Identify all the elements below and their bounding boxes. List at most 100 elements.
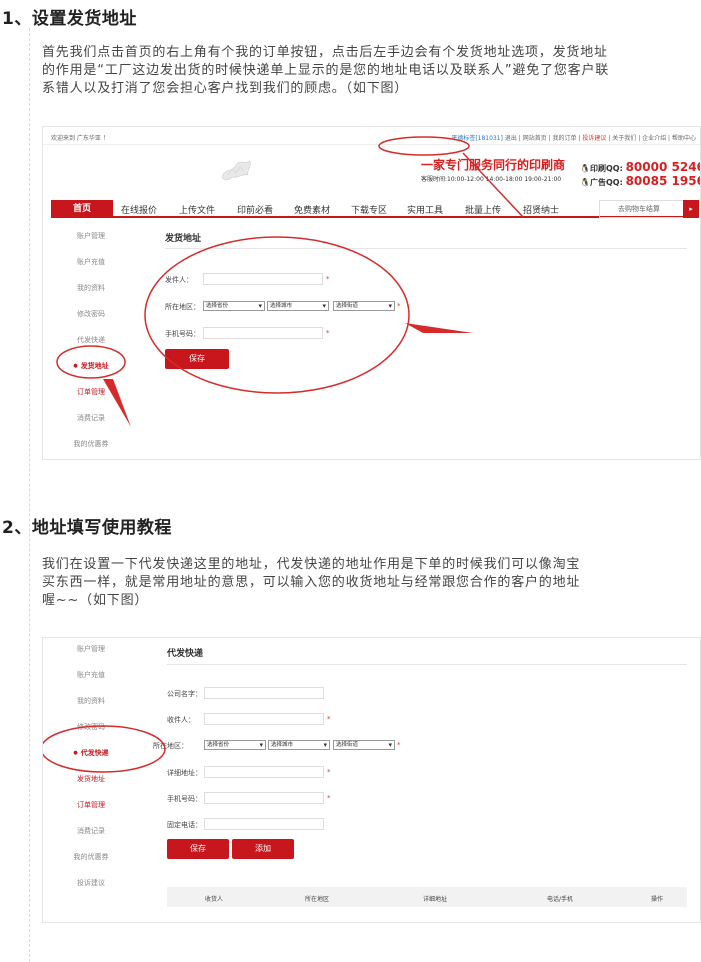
city-select[interactable]: 选择城市: [267, 301, 329, 311]
qq1-label: 印刷QQ:: [589, 164, 623, 173]
company-link[interactable]: 企业介绍: [642, 135, 666, 142]
top-links: 平德标签[181031] 退出 | 网站首页 | 我的订单 | 投诉建议 | 关…: [451, 135, 696, 142]
sidebar-item-consumption[interactable]: 消费记录: [51, 413, 131, 423]
nav-tools[interactable]: 实用工具: [407, 203, 443, 216]
welcome-text: 欢迎来到 广东华亚 ！: [51, 135, 109, 142]
nav-careers[interactable]: 招贤纳士: [523, 203, 559, 216]
annotation-arrow-form: [405, 323, 473, 333]
cart-arrow-button[interactable]: ▸: [683, 200, 699, 218]
sidebar-item-account[interactable]: 账户管理: [51, 231, 131, 241]
street-select[interactable]: 选择街道: [333, 301, 395, 311]
top-bar: 欢迎来到 广东华亚 ！ 平德标签[181031] 退出 | 网站首页 | 我的订…: [43, 127, 700, 145]
nav-downloads[interactable]: 下载专区: [351, 203, 387, 216]
sidebar-item-profile[interactable]: 我的资料: [51, 283, 131, 293]
sidebar-item-profile[interactable]: 我的资料: [51, 696, 131, 706]
tel-input[interactable]: [204, 818, 324, 830]
sidebar-item-recharge[interactable]: 账户充值: [51, 257, 131, 267]
sidebar-item-account[interactable]: 账户管理: [51, 644, 131, 654]
qq-printing: 🐧印刷QQ: 80000 5246: [580, 160, 700, 174]
save-button[interactable]: 保存: [167, 839, 229, 859]
sidebar-item-password[interactable]: 修改密码: [51, 722, 131, 732]
sidebar-item-shipping-address[interactable]: 发货地址: [51, 774, 131, 784]
annotation-circle-form: [144, 236, 410, 394]
slogan: 一家专门服务同行的印刷商: [421, 158, 566, 172]
required-star: *: [397, 741, 401, 749]
th-region: 所在地区: [305, 896, 330, 903]
add-button[interactable]: 添加: [232, 839, 294, 859]
th-address: 详细地址: [423, 896, 448, 903]
sidebar-item-password[interactable]: 修改密码: [51, 309, 131, 319]
service-hours: 客服时间:10:00-12:00 14:00-18:00 19:00-21:00: [421, 176, 562, 183]
region-label: 所在地区：: [165, 303, 200, 311]
sidebar-item-coupons[interactable]: 我的优惠券: [51, 852, 131, 862]
about-link[interactable]: 关于我们: [612, 135, 636, 142]
nav-materials[interactable]: 免费素材: [294, 203, 330, 216]
th-phone: 电话/手机: [547, 896, 574, 903]
sidebar-item-complaint[interactable]: 投诉建议: [51, 878, 131, 888]
penguin-icon: 🐧: [580, 178, 590, 187]
phone-input[interactable]: [203, 327, 323, 339]
street-select[interactable]: 选择街道: [333, 740, 395, 750]
section1-title: 1、设置发货地址: [2, 9, 137, 29]
annotation-overlay: [43, 725, 166, 773]
required-star: *: [326, 329, 330, 337]
required-star: *: [327, 768, 331, 776]
required-star: *: [327, 794, 331, 802]
province-select[interactable]: 选择省份: [204, 740, 266, 750]
required-star: *: [326, 275, 330, 283]
complaint-link[interactable]: 投诉建议: [582, 135, 606, 142]
sidebar-item-recharge[interactable]: 账户充值: [51, 670, 131, 680]
address-input[interactable]: [204, 766, 324, 778]
city-select[interactable]: 选择城市: [268, 740, 330, 750]
cart-button[interactable]: 去购物车结算: [599, 200, 684, 218]
nav-home[interactable]: 首页: [51, 200, 113, 218]
th-receiver: 收货人: [205, 896, 224, 903]
sender-label: 发件人：: [165, 276, 193, 284]
dashed-guide-line: [29, 28, 30, 962]
required-star: *: [327, 715, 331, 723]
qq-ads: 🐧广告QQ: 80085 1956: [580, 174, 701, 188]
cart-label: 去购物车结算: [618, 205, 660, 213]
sidebar-item-orders[interactable]: 订单管理: [51, 800, 131, 810]
penguin-icon: 🐧: [580, 164, 590, 173]
qq2-label: 广告QQ:: [589, 178, 623, 187]
nav-batch-upload[interactable]: 批量上传: [465, 203, 501, 216]
save-button[interactable]: 保存: [165, 349, 229, 369]
nav-prepress[interactable]: 印前必看: [237, 203, 273, 216]
user-link[interactable]: 平德标签[181031]: [451, 135, 503, 142]
company-label: 公司名字：: [167, 690, 202, 698]
main-nav: 首页 在线报价 上传文件 印前必看 免费素材 下载专区 实用工具 批量上传 招贤…: [51, 200, 699, 218]
nav-quote[interactable]: 在线报价: [121, 203, 157, 216]
sidebar-item-proxy-delivery[interactable]: 代发快递: [51, 748, 131, 758]
phone-label: 手机号码：: [167, 795, 202, 803]
sidebar-item-coupons[interactable]: 我的优惠券: [51, 439, 131, 449]
sidebar-item-consumption[interactable]: 消费记录: [51, 826, 131, 836]
help-link[interactable]: 帮助中心: [672, 135, 696, 142]
sidebar-item-shipping-address[interactable]: 发货地址: [51, 361, 131, 371]
receiver-input[interactable]: [204, 713, 324, 725]
section2-line: 买东西一样，就是常用地址的意思，可以输入您的收货地址与经常跟您合作的客户的地址: [42, 575, 581, 590]
qq2-number: 80085 1956: [625, 174, 701, 188]
sidebar-item-proxy-delivery[interactable]: 代发快递: [51, 335, 131, 345]
province-select[interactable]: 选择省份: [203, 301, 265, 311]
required-star: *: [397, 302, 401, 310]
section1-line: 首先我们点击首页的右上角有个我的订单按钮，点击后左手边会有个发货地址选项，发货地…: [42, 45, 608, 60]
logout-link[interactable]: 退出: [505, 135, 517, 142]
th-actions: 操作: [651, 896, 664, 903]
section2-title: 2、地址填写使用教程: [2, 518, 172, 538]
nav-upload[interactable]: 上传文件: [179, 203, 215, 216]
receiver-label: 收件人：: [167, 716, 195, 724]
section2-line: 我们在设置一下代发快递这里的地址，代发快递的地址作用是下单的时候我们可以像淘宝: [42, 557, 581, 572]
sender-input[interactable]: [203, 273, 323, 285]
section2-paragraph: 我们在设置一下代发快递这里的地址，代发快递的地址作用是下单的时候我们可以像淘宝 …: [42, 556, 682, 610]
region-label: 所在地区：: [153, 742, 188, 750]
panel-title: 代发快递: [167, 649, 204, 659]
company-input[interactable]: [204, 687, 324, 699]
sidebar-item-orders[interactable]: 订单管理: [51, 387, 131, 397]
section2-line: 喔~~（如下图）: [42, 593, 149, 608]
address-table-header: 收货人 所在地区 详细地址 电话/手机 操作: [167, 887, 687, 907]
panel-divider: [165, 248, 687, 249]
my-orders-link[interactable]: 我的订单: [553, 135, 577, 142]
phone-input[interactable]: [204, 792, 324, 804]
home-link[interactable]: 网站首页: [523, 135, 547, 142]
